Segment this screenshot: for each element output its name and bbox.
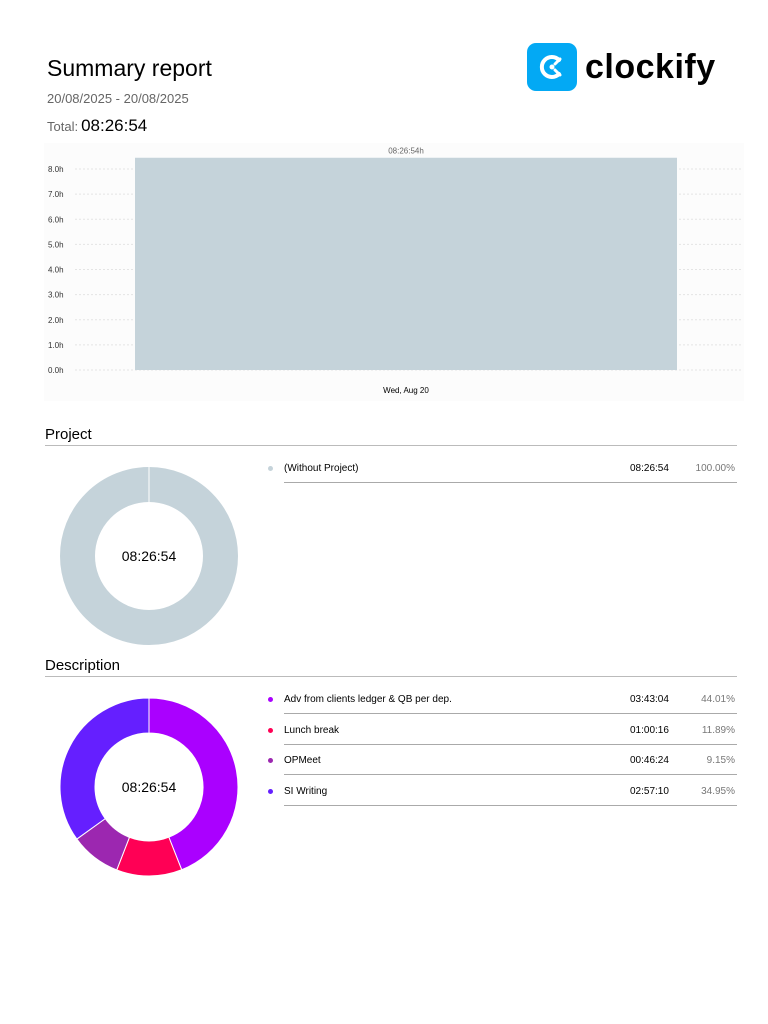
row-duration: 01:00:16	[630, 724, 669, 736]
bar-chart: 0.0h 1.0h 2.0h 3.0h 4.0h 5.0h 6.0h 7.0h 8.0h 08:2…	[44, 143, 744, 401]
row-divider	[284, 804, 737, 806]
row-divider	[284, 743, 737, 745]
row-percent: 34.95%	[701, 785, 735, 797]
description-heading: Description	[45, 657, 737, 677]
date-range: 20/08/2025 - 20/08/2025	[47, 91, 189, 106]
y-tick-label: 1.0h	[48, 341, 64, 350]
color-dot-icon	[268, 466, 273, 471]
row-divider	[284, 482, 737, 483]
row-label: SI Writing	[284, 785, 328, 797]
y-tick-label: 3.0h	[48, 291, 64, 300]
row-percent: 11.89%	[701, 724, 735, 736]
project-donut-center: 08:26:54	[121, 548, 177, 564]
legend-row: Adv from clients ledger & QB per dep. 03…	[268, 687, 737, 717]
legend-row: (Without Project) 08:26:54 100.00%	[268, 456, 737, 486]
clockify-logo-icon	[527, 43, 577, 91]
y-tick-label: 0.0h	[48, 366, 64, 375]
y-tick-label: 7.0h	[48, 190, 64, 199]
row-label: Adv from clients ledger & QB per dep.	[284, 694, 452, 705]
row-duration: 00:46:24	[630, 755, 669, 766]
project-heading: Project	[45, 426, 737, 446]
bar-data-label: 08:26:54h	[388, 147, 424, 156]
row-divider	[284, 713, 737, 714]
row-duration: 02:57:10	[630, 785, 669, 797]
row-percent: 44.01%	[701, 694, 735, 705]
clockify-logo: clockify	[527, 43, 716, 91]
row-divider	[284, 774, 737, 775]
legend-row: Lunch break 01:00:16 11.89%	[268, 718, 737, 748]
row-label: Lunch break	[284, 724, 340, 736]
y-tick-label: 6.0h	[48, 215, 64, 224]
legend-row: SI Writing 02:57:10 34.95%	[268, 779, 737, 809]
color-dot-icon	[268, 788, 273, 794]
row-label: OPMeet	[284, 755, 321, 766]
x-tick-label: Wed, Aug 20	[383, 386, 429, 395]
row-duration: 03:43:04	[630, 694, 669, 705]
description-donut-center: 08:26:54	[121, 779, 177, 795]
row-percent: 9.15%	[706, 755, 735, 766]
y-tick-label: 2.0h	[48, 316, 64, 325]
y-tick-label: 8.0h	[48, 165, 64, 174]
total-label: Total:	[47, 119, 79, 134]
logo-text: clockify	[585, 47, 716, 86]
color-dot-icon	[268, 727, 273, 733]
total: Total: 08:26:54	[47, 116, 147, 136]
bar	[135, 157, 677, 370]
row-label: (Without Project)	[284, 463, 359, 474]
color-dot-icon	[268, 697, 273, 702]
total-value: 08:26:54	[81, 116, 148, 135]
row-duration: 08:26:54	[630, 463, 669, 474]
legend-row: OPMeet 00:46:24 9.15%	[268, 748, 737, 778]
y-tick-label: 5.0h	[48, 240, 64, 249]
donut-slice	[59, 697, 150, 840]
row-percent: 100.00%	[695, 463, 735, 474]
y-tick-label: 4.0h	[48, 266, 64, 275]
page-title: Summary report	[47, 55, 212, 81]
color-dot-icon	[268, 758, 273, 763]
